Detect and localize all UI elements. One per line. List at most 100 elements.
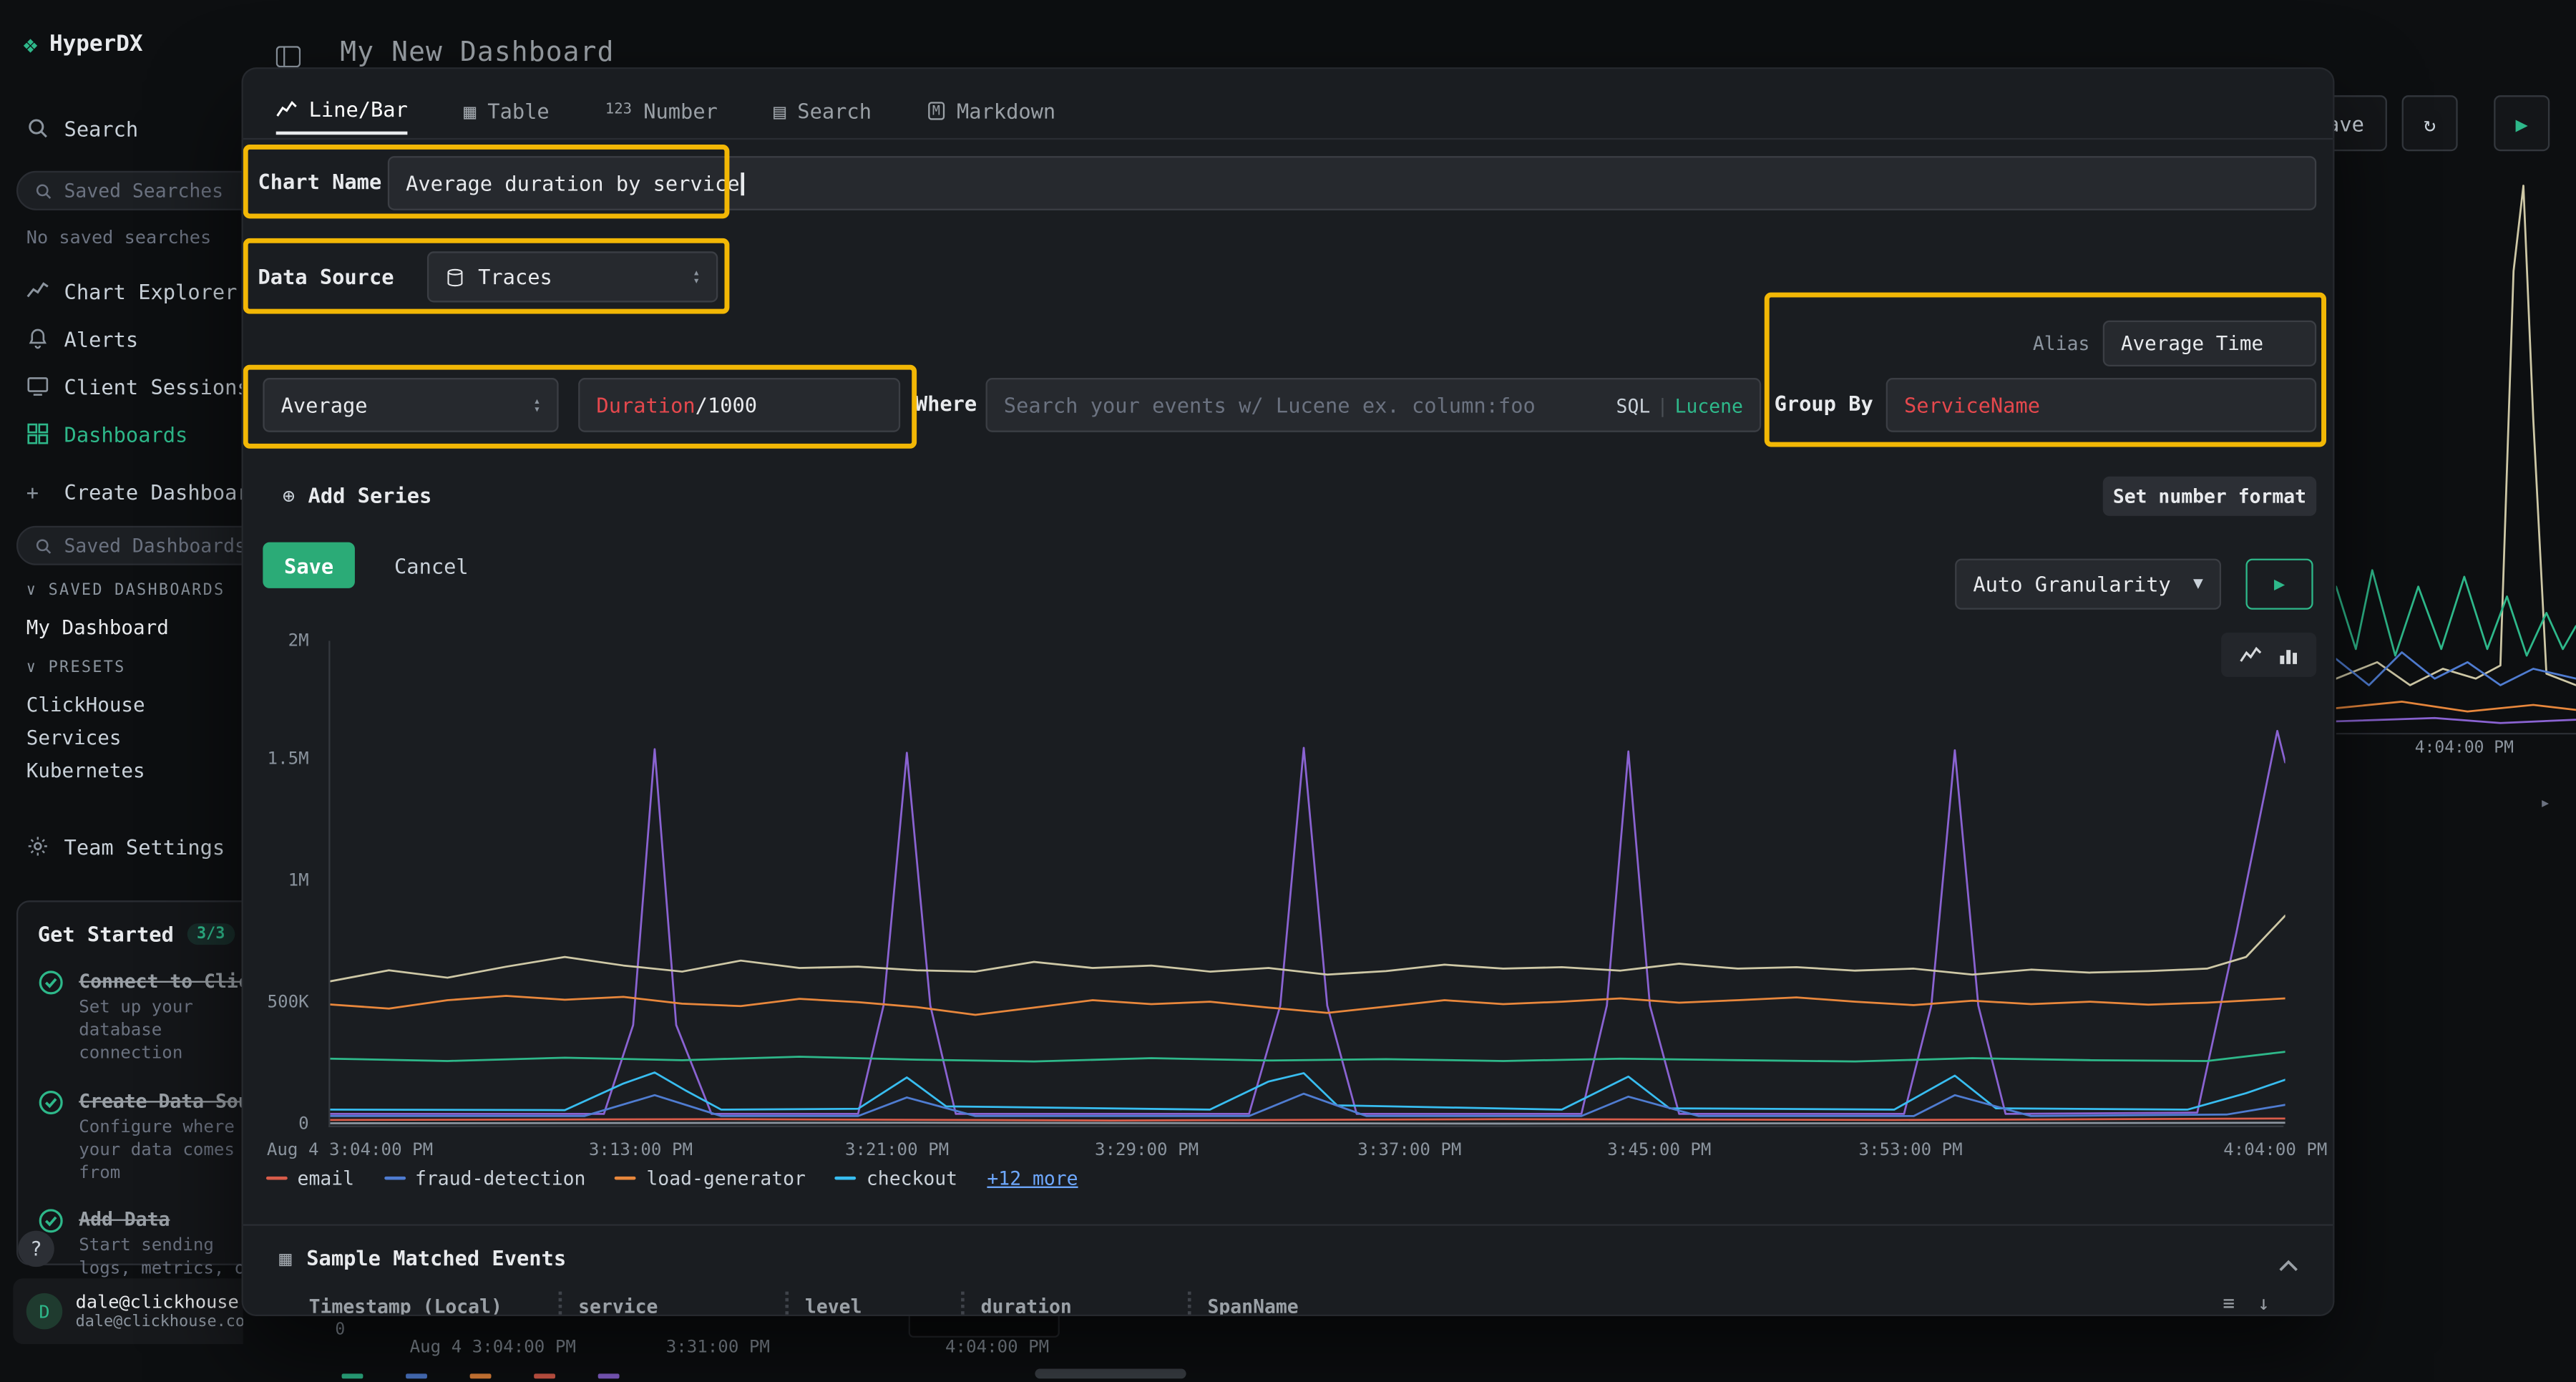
saved-dashboards-section[interactable]: ∨ SAVED DASHBOARDS <box>26 582 225 600</box>
sql-toggle[interactable]: SQL <box>1616 394 1651 417</box>
number-123-icon: 123 <box>605 102 632 118</box>
sidebar-item-team-settings[interactable]: Team Settings <box>0 829 243 862</box>
aggregation-select[interactable]: Average ▴▾ <box>263 378 558 432</box>
horizontal-scrollbar[interactable] <box>1035 1368 1186 1378</box>
add-series-button[interactable]: ⊕ Add Series <box>283 483 431 507</box>
sidebar-item-dashboards[interactable]: Dashboards <box>0 417 243 450</box>
get-started-item[interactable]: Create Data Source Configure where your … <box>38 1089 243 1184</box>
tab-label: Line/Bar <box>309 96 408 120</box>
save-button[interactable]: Save <box>263 542 355 588</box>
sidebar-item-label: Client Sessions <box>64 374 243 398</box>
chart-name-input[interactable]: Average duration by service <box>388 156 2316 210</box>
download-icon[interactable]: ↓ <box>2258 1292 2270 1315</box>
x-tick: 3:29:00 PM <box>1095 1140 1199 1160</box>
legend-item[interactable]: email <box>266 1167 354 1189</box>
column-header[interactable]: level <box>785 1292 961 1315</box>
saved-searches-input[interactable]: Saved Searches <box>16 171 243 210</box>
play-icon: ▶ <box>2274 573 2285 595</box>
help-button[interactable]: ? <box>18 1231 54 1267</box>
y-tick: 500K <box>243 993 309 1013</box>
x-tick: 3:37:00 PM <box>1357 1140 1461 1160</box>
sidebar-item-clickhouse[interactable]: ClickHouse <box>26 694 145 716</box>
sidebar-item-alerts[interactable]: Alerts <box>0 322 243 355</box>
data-source-label: Data Source <box>258 265 394 289</box>
column-header[interactable]: service <box>559 1292 786 1315</box>
column-header[interactable]: duration <box>961 1292 1188 1315</box>
set-number-format-button[interactable]: Set number format <box>2103 477 2316 516</box>
legend-label: checkout <box>867 1167 957 1189</box>
section-divider <box>243 1224 2333 1225</box>
column-header[interactable]: Timestamp (Local) <box>309 1292 559 1315</box>
check-circle-icon <box>38 1208 64 1235</box>
play-button-background[interactable]: ▶ <box>2494 95 2550 151</box>
background-legend-fragment <box>342 1373 620 1378</box>
brand[interactable]: ❖ HyperDX <box>23 29 142 59</box>
main-chart[interactable] <box>328 641 2283 1127</box>
tab-line-bar[interactable]: Line/Bar <box>276 85 408 135</box>
tab-number[interactable]: 123 Number <box>605 85 718 135</box>
sidebar-item-chart-explorer[interactable]: Chart Explorer <box>0 274 243 307</box>
x-tick: 4:04:00 PM <box>2223 1140 2327 1160</box>
legend-item[interactable]: fraud-detection <box>384 1167 585 1189</box>
cancel-button[interactable]: Cancel <box>394 542 469 588</box>
legend-swatch <box>835 1176 857 1180</box>
sidebar-collapse-icon[interactable] <box>276 39 301 71</box>
get-started-item[interactable]: Connect to ClickHouse Set up your databa… <box>38 970 243 1066</box>
play-icon: ▶ <box>2516 111 2528 135</box>
check-circle-icon <box>38 1089 64 1115</box>
app-root: My New Dashboard Save ↻ ▶ 4:04:00 PM ▸ 0… <box>0 0 2576 1382</box>
tab-markdown[interactable]: M Markdown <box>927 85 1055 135</box>
legend-item[interactable]: checkout <box>835 1167 957 1189</box>
where-search-input[interactable]: Search your events w/ Lucene ex. column:… <box>986 378 1762 432</box>
y-tick: 1.5M <box>243 749 309 769</box>
granularity-select[interactable]: Auto Granularity ▼ <box>1955 559 2221 610</box>
column-header[interactable]: SpanName <box>1188 1292 1516 1315</box>
data-source-select[interactable]: Traces ▴▾ <box>427 251 718 302</box>
tabs-divider <box>243 138 2333 140</box>
get-started-item-title: Add Data <box>79 1208 243 1231</box>
field-input[interactable]: Duration/1000 <box>578 378 900 432</box>
tab-search[interactable]: ▤ Search <box>774 85 872 135</box>
saved-dashboards-input[interactable]: Saved Dashboards <box>16 526 243 565</box>
brand-name: HyperDX <box>49 31 143 58</box>
refresh-button[interactable]: ↻ <box>2402 95 2458 151</box>
panel-caret-icon[interactable]: ▸ <box>2540 792 2550 814</box>
tab-table[interactable]: ▦ Table <box>464 85 550 135</box>
legend-more-link[interactable]: +12 more <box>987 1167 1078 1189</box>
sidebar-item-kubernetes[interactable]: Kubernetes <box>26 759 145 782</box>
presets-section[interactable]: ∨ PRESETS <box>26 659 126 677</box>
dashboards-grid-icon <box>26 422 49 445</box>
filter-icon[interactable]: ≡ <box>2223 1292 2235 1315</box>
run-query-button[interactable]: ▶ <box>2245 559 2313 610</box>
create-dashboard-button[interactable]: + Create Dashboard <box>0 475 243 508</box>
background-x-tick: 4:04:00 PM <box>945 1338 1049 1358</box>
lucene-toggle[interactable]: Lucene <box>1675 394 1743 417</box>
get-started-item-subtitle: Set up your database connection <box>79 996 243 1066</box>
language-toggle[interactable]: SQL|Lucene <box>1616 394 1743 417</box>
get-started-item-title: Connect to ClickHouse <box>79 970 243 993</box>
legend-item[interactable]: load-generator <box>615 1167 806 1189</box>
legend-label: fraud-detection <box>415 1167 585 1189</box>
group-by-input[interactable]: ServiceName <box>1886 378 2317 432</box>
avatar: D <box>26 1293 63 1330</box>
line-chart-icon[interactable] <box>2239 645 2262 665</box>
alias-value: Average Time <box>2121 332 2263 355</box>
saved-searches-placeholder: Saved Searches <box>64 179 224 202</box>
collapse-section-button[interactable] <box>2277 1249 2300 1280</box>
chevron-down-icon: ∨ <box>26 659 49 677</box>
sidebar-item-services[interactable]: Services <box>26 726 122 749</box>
user-card[interactable]: D dale@clickhouse.co dale@clickhouse.com… <box>13 1278 243 1344</box>
bar-chart-icon[interactable] <box>2278 645 2298 665</box>
legend-swatch <box>384 1176 405 1180</box>
alias-label: Alias <box>1984 332 2089 355</box>
line-chart-icon <box>276 98 298 120</box>
get-started-item-subtitle: Configure where your data comes from <box>79 1115 243 1185</box>
field-name: Duration <box>596 393 695 417</box>
sidebar-item-search[interactable]: Search <box>0 112 243 145</box>
sidebar-item-client-sessions[interactable]: Client Sessions <box>0 370 243 403</box>
chart-editor-modal: Line/Bar ▦ Table 123 Number ▤ Search M M… <box>243 69 2333 1314</box>
sidebar-item-label: Dashboards <box>64 422 188 446</box>
sample-events-header[interactable]: ▦ Sample Matched Events <box>279 1245 566 1270</box>
alias-input[interactable]: Average Time <box>2103 321 2316 366</box>
sidebar-item-my-dashboard[interactable]: My Dashboard <box>26 616 169 639</box>
